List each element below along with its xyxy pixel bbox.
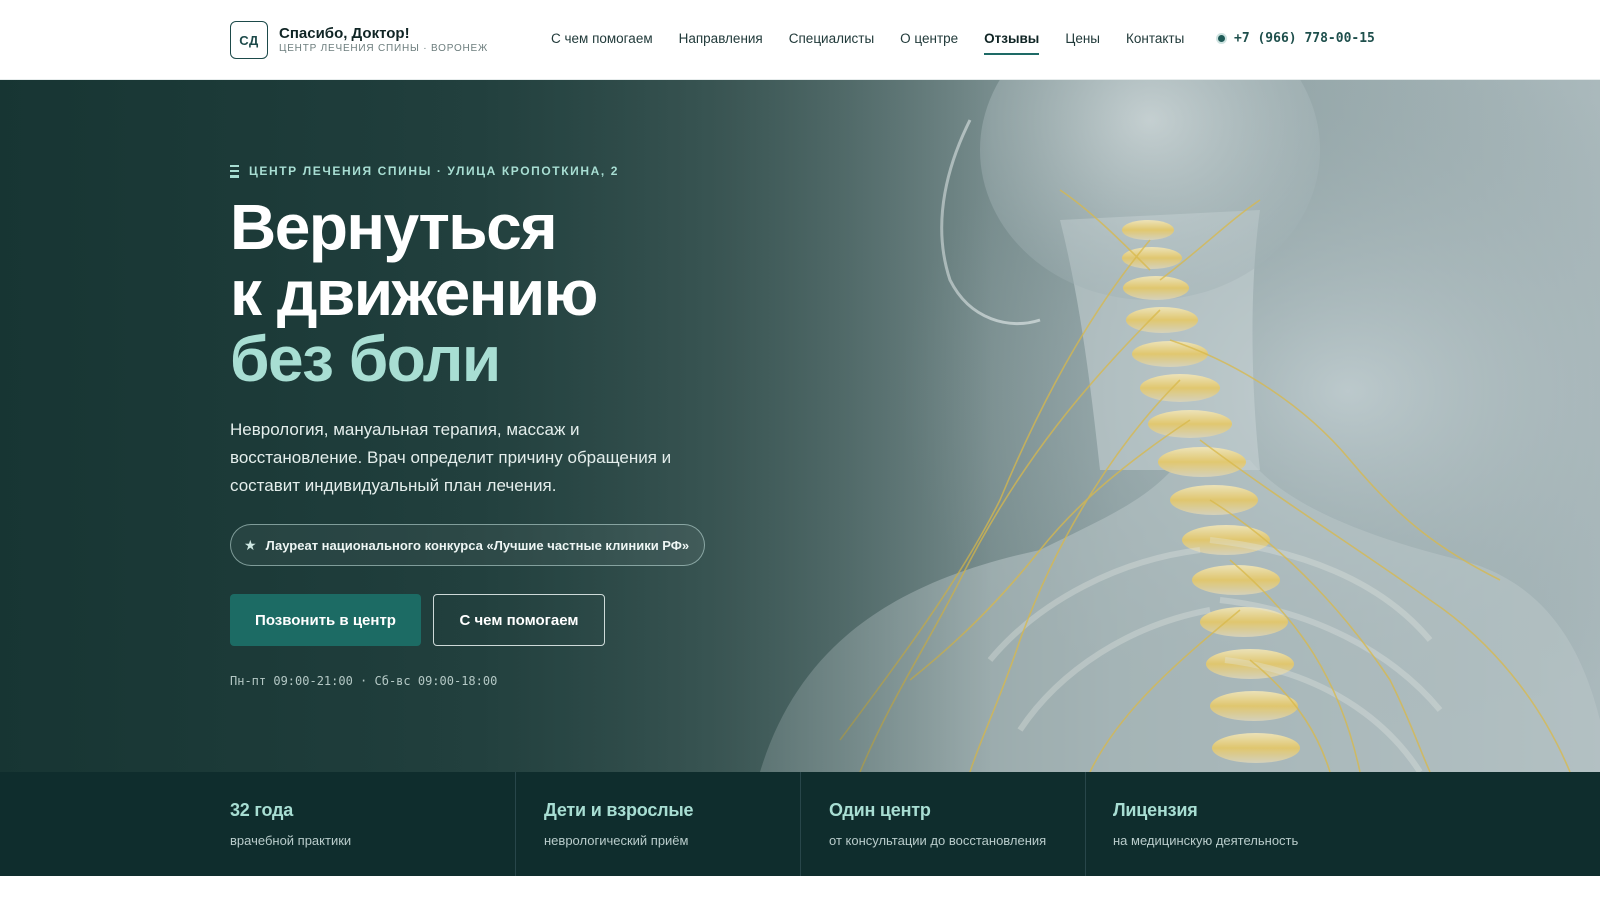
call-center-button[interactable]: Позвонить в центр bbox=[230, 594, 421, 646]
status-dot-icon bbox=[1216, 33, 1227, 44]
stat-subtitle: на медицинскую деятельность bbox=[1113, 833, 1299, 848]
hero-eyebrow: ЦЕНТР ЛЕЧЕНИЯ СПИНЫ · УЛИЦА КРОПОТКИНА, … bbox=[230, 164, 619, 178]
hero-section: ЦЕНТР ЛЕЧЕНИЯ СПИНЫ · УЛИЦА КРОПОТКИНА, … bbox=[0, 80, 1600, 772]
help-topics-button[interactable]: С чем помогаем bbox=[433, 594, 605, 646]
main-nav: С чем помогаем Направления Специалисты О… bbox=[551, 31, 1210, 55]
phone-number[interactable]: +7 (966) 778-00-15 bbox=[1234, 31, 1375, 46]
nav-item-reviews[interactable]: Отзывы bbox=[984, 31, 1040, 55]
hero-lead: Неврология, мануальная терапия, массаж и… bbox=[230, 420, 672, 495]
site-header: СД Спасибо, Доктор! ЦЕНТР ЛЕЧЕНИЯ СПИНЫ … bbox=[0, 0, 1600, 80]
stat-divider bbox=[800, 772, 801, 876]
stat-subtitle: врачебной практики bbox=[230, 833, 352, 848]
nav-item-specialists[interactable]: Специалисты bbox=[789, 31, 874, 52]
logo-mark[interactable]: СД bbox=[230, 21, 268, 59]
hero-title-accent: без боли bbox=[230, 323, 501, 395]
working-hours: Пн-пт 09:00-21:00 · Сб-вс 09:00-18:00 bbox=[230, 674, 498, 688]
hero-eyebrow-text: ЦЕНТР ЛЕЧЕНИЯ СПИНЫ · УЛИЦА КРОПОТКИНА, … bbox=[249, 164, 620, 178]
brand-subtitle: ЦЕНТР ЛЕЧЕНИЯ СПИНЫ · ВОРОНЕЖ bbox=[279, 43, 489, 54]
page-bottom bbox=[0, 876, 1600, 900]
bars-icon bbox=[230, 164, 239, 178]
stat-title: 32 года bbox=[230, 800, 294, 820]
hero-title: Вернуться к движению без боли bbox=[230, 194, 830, 392]
header-phone[interactable]: +7 (966) 778-00-15 bbox=[1216, 31, 1375, 46]
nav-item-directions[interactable]: Направления bbox=[679, 31, 763, 52]
nav-item-help[interactable]: С чем помогаем bbox=[551, 31, 653, 52]
award-text: Лауреат национального конкурса «Лучшие ч… bbox=[265, 537, 690, 553]
nav-item-about[interactable]: О центре bbox=[900, 31, 958, 52]
stat-subtitle: от консультации до восстановления bbox=[829, 833, 1047, 848]
award-badge: ★ Лауреат национального конкурса «Лучшие… bbox=[230, 524, 706, 566]
stat-title: Один центр bbox=[829, 800, 931, 820]
stat-subtitle: неврологический приём bbox=[544, 833, 689, 848]
stat-divider bbox=[1085, 772, 1086, 876]
stat-title: Лицензия bbox=[1113, 800, 1198, 820]
stat-divider bbox=[515, 772, 516, 876]
star-icon: ★ bbox=[244, 536, 257, 553]
hero-title-line1: Вернуться bbox=[230, 191, 558, 263]
stats-bar: 32 года врачебной практики Дети и взросл… bbox=[0, 772, 1600, 876]
brand-name[interactable]: Спасибо, Доктор! bbox=[279, 25, 410, 42]
hero-title-line2: к движению bbox=[230, 257, 598, 329]
nav-item-prices[interactable]: Цены bbox=[1065, 31, 1100, 52]
nav-item-contacts[interactable]: Контакты bbox=[1126, 31, 1184, 52]
stat-title: Дети и взрослые bbox=[544, 800, 694, 820]
